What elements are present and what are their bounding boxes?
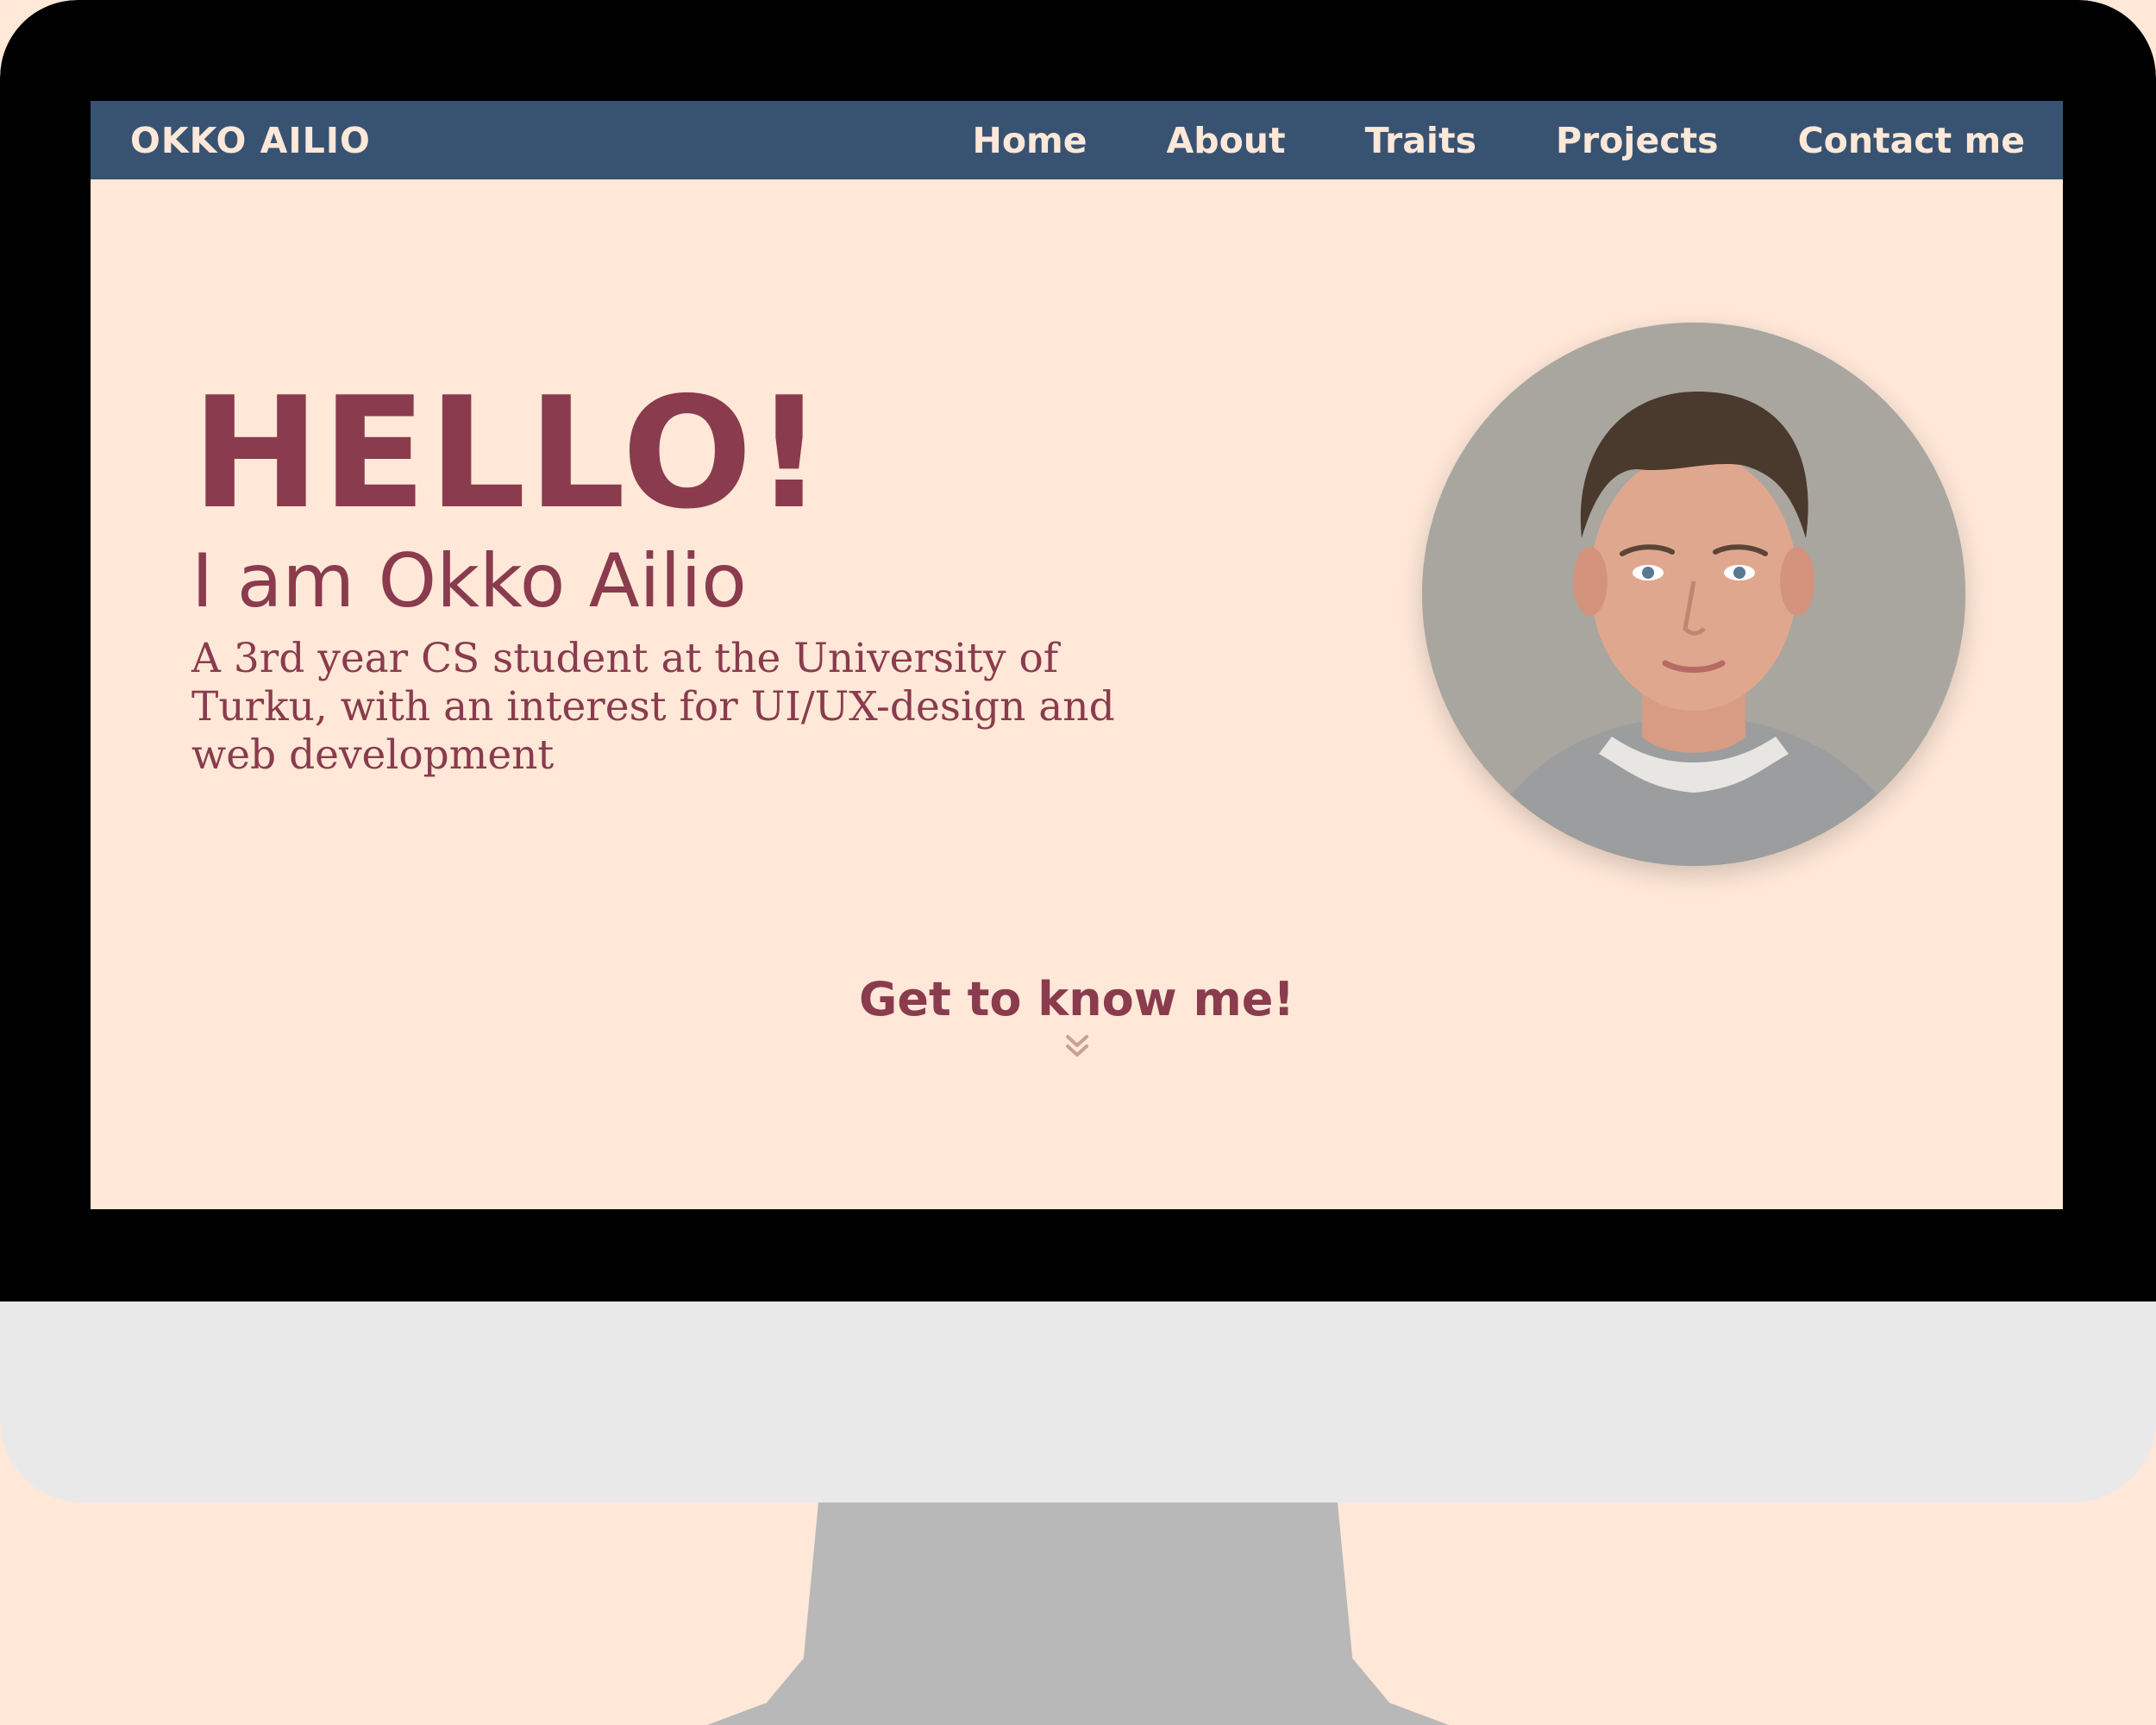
double-chevron-down-icon <box>1065 1035 1088 1057</box>
hero-name: I am Okko Ailio <box>191 538 747 624</box>
brand-logo[interactable]: OKKO AILIO <box>130 120 371 161</box>
nav-link-projects[interactable]: Projects <box>1556 120 1719 161</box>
profile-photo <box>1422 323 1965 866</box>
hero-text: HELLO! I am Okko Ailio A 3rd year CS stu… <box>191 377 1183 781</box>
get-to-know-me-link[interactable]: Get to know me! <box>91 972 2063 1061</box>
monitor-stand <box>707 1502 1449 1725</box>
hero-greeting: HELLO! <box>191 364 826 543</box>
nav-links: Home About Traits Projects Contact me <box>973 120 2026 161</box>
nav-link-traits[interactable]: Traits <box>1365 120 1476 161</box>
website-screen: OKKO AILIO Home About Traits Projects Co… <box>91 101 2063 1209</box>
navbar: OKKO AILIO Home About Traits Projects Co… <box>91 101 2063 179</box>
profile-photo-illustration <box>1422 323 1965 866</box>
nav-link-contact[interactable]: Contact me <box>1798 120 2025 161</box>
cta-label: Get to know me! <box>859 972 1294 1026</box>
nav-link-about[interactable]: About <box>1167 120 1286 161</box>
nav-link-home[interactable]: Home <box>973 120 1087 161</box>
hero-tagline: A 3rd year CS student at the University … <box>191 634 1115 780</box>
